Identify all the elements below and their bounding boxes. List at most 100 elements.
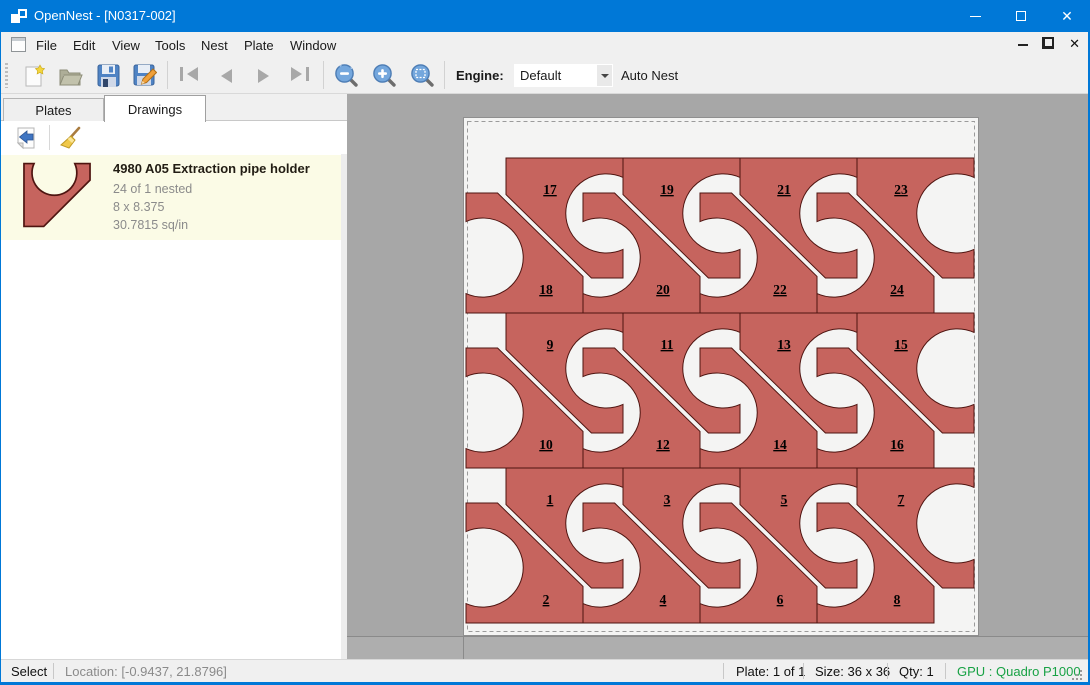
resize-grip[interactable]	[1070, 668, 1082, 680]
part-number-label: 7	[898, 492, 905, 507]
menu-tools[interactable]: Tools	[148, 35, 192, 55]
minimize-icon	[970, 16, 981, 17]
part-number-label: 22	[773, 282, 787, 297]
part-number-label: 9	[547, 337, 554, 352]
panel-toolbar-separator	[49, 125, 50, 150]
go-next-icon	[258, 69, 269, 83]
content-area: Plates Drawings	[1, 94, 1088, 659]
menu-plate[interactable]: Plate	[237, 35, 281, 55]
nest-canvas[interactable]: 182022241719212310121416911131524681357	[347, 94, 1088, 659]
status-location: Location: [-0.9437, 21.8796]	[65, 664, 227, 679]
application-window: OpenNest - [N0317-002] ✕ File Edit View …	[0, 0, 1090, 685]
close-icon: ✕	[1061, 9, 1073, 23]
next-plate-button[interactable]	[248, 61, 278, 90]
mdi-document-icon[interactable]	[11, 37, 26, 52]
drawing-area: 30.7815 sq/in	[113, 218, 188, 232]
chevron-down-icon	[601, 74, 609, 78]
plate-view: 182022241719212310121416911131524681357	[347, 94, 1088, 659]
title-bar[interactable]: OpenNest - [N0317-002] ✕	[0, 0, 1090, 32]
menu-view[interactable]: View	[105, 35, 147, 55]
broom-icon	[58, 126, 82, 150]
save-as-button[interactable]	[130, 61, 160, 90]
go-last-icon	[291, 67, 309, 84]
part-thumbnail	[23, 162, 91, 228]
main-toolbar: Engine: Default Auto Nest	[1, 57, 1088, 94]
engine-combobox[interactable]: Default	[514, 64, 613, 87]
drawing-title: 4980 A05 Extraction pipe holder	[113, 161, 310, 176]
new-button[interactable]	[19, 61, 49, 90]
return-part-button[interactable]	[11, 124, 41, 151]
status-mode: Select	[11, 664, 47, 679]
part-number-label: 12	[656, 437, 670, 452]
last-plate-button[interactable]	[285, 61, 315, 90]
menu-nest[interactable]: Nest	[194, 35, 235, 55]
status-plate: Plate: 1 of 1	[736, 664, 805, 679]
mdi-minimize-icon[interactable]	[1018, 44, 1028, 46]
save-disk-icon	[97, 64, 120, 87]
zoom-out-button[interactable]	[331, 61, 361, 90]
part-number-label: 20	[656, 282, 670, 297]
status-qty: Qty: 1	[899, 664, 934, 679]
toolbar-grip[interactable]	[5, 63, 8, 88]
part-number-label: 5	[781, 492, 788, 507]
first-plate-button[interactable]	[174, 61, 204, 90]
maximize-icon	[1016, 11, 1026, 21]
part-number-label: 1	[547, 492, 554, 507]
zoom-out-icon	[334, 63, 359, 88]
window-minimize-button[interactable]	[952, 0, 998, 32]
drawing-size: 8 x 8.375	[113, 200, 164, 214]
window-maximize-button[interactable]	[998, 0, 1044, 32]
part-number-label: 18	[539, 282, 553, 297]
drawing-nested-count: 24 of 1 nested	[113, 182, 192, 196]
mdi-close-icon[interactable]: ✕	[1069, 36, 1080, 51]
panel-tabstrip: Plates Drawings	[1, 94, 347, 121]
window-title: OpenNest - [N0317-002]	[34, 8, 176, 23]
drawing-list-item[interactable]: 4980 A05 Extraction pipe holder 24 of 1 …	[1, 155, 341, 240]
part-number-label: 6	[777, 592, 784, 607]
return-arrow-document-icon	[14, 126, 38, 150]
part-number-label: 19	[660, 182, 674, 197]
go-previous-icon	[221, 69, 232, 83]
part-number-label: 24	[890, 282, 904, 297]
mdi-window-controls: ✕	[1008, 36, 1080, 53]
left-panel: Plates Drawings	[1, 94, 347, 659]
part-number-label: 15	[894, 337, 908, 352]
save-edit-disk-icon	[133, 64, 157, 88]
tab-plates[interactable]: Plates	[3, 98, 104, 121]
save-button[interactable]	[93, 61, 123, 90]
open-button[interactable]	[56, 61, 86, 90]
status-bar: Select Location: [-0.9437, 21.8796] Plat…	[1, 659, 1088, 682]
part-number-label: 11	[661, 337, 674, 352]
zoom-in-button[interactable]	[369, 61, 399, 90]
part-number-label: 14	[773, 437, 787, 452]
part-number-label: 3	[664, 492, 671, 507]
engine-value: Default	[520, 68, 561, 83]
status-size: Size: 36 x 36	[815, 664, 890, 679]
part-number-label: 13	[777, 337, 791, 352]
status-gpu: GPU : Quadro P1000	[957, 664, 1081, 679]
menu-file[interactable]: File	[29, 35, 64, 55]
new-document-icon	[23, 64, 45, 88]
menu-bar: File Edit View Tools Nest Plate Window ✕	[1, 32, 1088, 57]
tab-drawings[interactable]: Drawings	[104, 95, 206, 122]
engine-label: Engine:	[456, 68, 504, 83]
app-logo-icon	[11, 8, 27, 24]
menu-window[interactable]: Window	[283, 35, 343, 55]
auto-nest-button[interactable]: Auto Nest	[621, 68, 678, 83]
window-close-button[interactable]: ✕	[1044, 0, 1090, 32]
panel-toolbar	[1, 122, 347, 153]
part-number-label: 8	[894, 592, 901, 607]
part-number-label: 2	[543, 592, 550, 607]
open-folder-icon	[58, 65, 84, 87]
part-number-label: 17	[543, 182, 557, 197]
part-number-label: 4	[660, 592, 667, 607]
part-number-label: 23	[894, 182, 908, 197]
zoom-in-icon	[372, 63, 397, 88]
zoom-fit-icon	[410, 63, 435, 88]
combo-arrow-box[interactable]	[597, 65, 612, 86]
zoom-fit-button[interactable]	[407, 61, 437, 90]
mdi-restore-icon[interactable]	[1043, 37, 1054, 48]
clean-button[interactable]	[55, 124, 85, 151]
menu-edit[interactable]: Edit	[66, 35, 102, 55]
previous-plate-button[interactable]	[211, 61, 241, 90]
